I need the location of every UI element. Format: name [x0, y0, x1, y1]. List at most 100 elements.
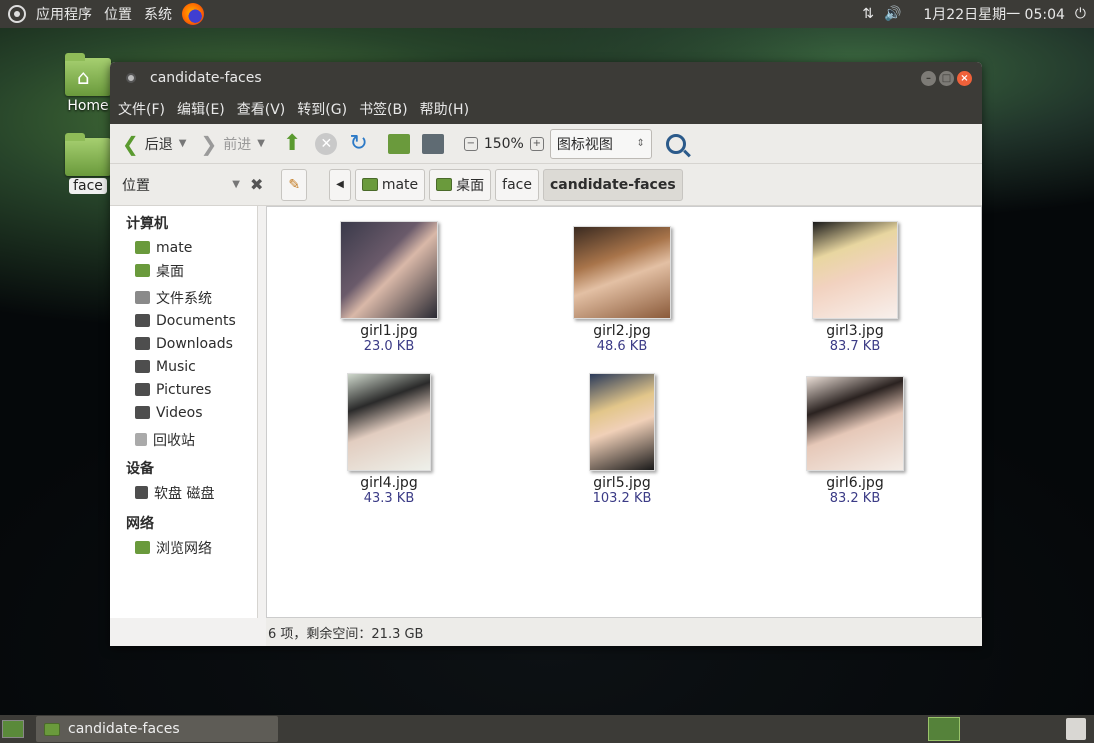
desktop-icon-label: Home	[67, 98, 109, 114]
taskbar-label: candidate-faces	[68, 721, 180, 737]
sidebar-item-downloads[interactable]: Downloads	[110, 332, 257, 355]
chevron-down-icon[interactable]: ▼	[257, 138, 265, 149]
sidebar-item-trash[interactable]: 回收站	[110, 428, 257, 451]
stop-icon[interactable]: ✕	[315, 132, 338, 155]
image-thumbnail	[340, 221, 438, 319]
computer-icon[interactable]	[421, 133, 444, 154]
close-button[interactable]: ×	[957, 70, 972, 86]
maximize-button[interactable]: □	[939, 70, 954, 86]
sidebar-item-filesystem[interactable]: 文件系统	[110, 286, 257, 309]
folder-icon	[44, 722, 60, 736]
menu-view[interactable]: 查看(V)	[231, 99, 292, 119]
sidebar-item-pictures[interactable]: Pictures	[110, 378, 257, 401]
home-folder-icon: ⌂	[65, 53, 111, 96]
breadcrumb-mate[interactable]: mate	[354, 168, 426, 201]
zoom-level[interactable]: 150%	[484, 136, 524, 152]
network-icon[interactable]: ⇅	[862, 6, 874, 22]
sidebar-item-browse-network[interactable]: 浏览网络	[110, 536, 257, 559]
window-menu-icon[interactable]	[126, 73, 136, 83]
view-mode-select[interactable]: 图标视图 ⇕	[549, 128, 652, 159]
sidebar-item-videos[interactable]: Videos	[110, 401, 257, 424]
zoom-in-icon[interactable]: +	[529, 136, 544, 151]
zoom-out-icon[interactable]: −	[463, 136, 478, 151]
section-computer: 计算机	[126, 216, 168, 232]
desktop-icon-face[interactable]: face	[58, 133, 118, 194]
system-tray: ⇅ 🔊 1月22日星期一 05:04 ⏻	[862, 4, 1094, 24]
edit-location-button[interactable]: ✎	[281, 168, 308, 201]
sidebar-item-documents[interactable]: Documents	[110, 309, 257, 332]
image-thumbnail	[573, 226, 671, 319]
view-mode-label: 图标视图	[556, 136, 613, 153]
menu-applications[interactable]: 应用程序	[30, 0, 98, 28]
title-bar[interactable]: candidate-faces – □ ×	[110, 62, 982, 94]
breadcrumb-candidate-faces[interactable]: candidate-faces	[543, 168, 683, 201]
sidebar-item-label: Pictures	[156, 381, 212, 398]
home-folder-icon	[135, 241, 150, 254]
breadcrumb-label: face	[502, 176, 532, 193]
file-item[interactable]: girl5.jpg 103.2 KB	[547, 373, 697, 506]
file-view[interactable]: girl1.jpg 23.0 KB girl2.jpg 48.6 KB girl…	[266, 206, 982, 618]
power-icon[interactable]: ⏻	[1075, 6, 1086, 22]
forward-label: 前进	[223, 136, 252, 153]
volume-icon[interactable]: 🔊	[884, 6, 901, 22]
breadcrumb-label: candidate-faces	[550, 176, 676, 193]
file-name: girl4.jpg	[360, 475, 418, 491]
sidebar-item-music[interactable]: Music	[110, 355, 257, 378]
minimize-button[interactable]: –	[921, 70, 936, 86]
folder-icon	[135, 337, 150, 350]
sidebar-item-label: Videos	[156, 404, 203, 421]
close-sidebar-icon[interactable]: ✖	[250, 175, 263, 194]
sidebar-item-label: 桌面	[156, 263, 184, 280]
file-item[interactable]: girl3.jpg 83.7 KB	[780, 221, 930, 354]
file-item[interactable]: girl4.jpg 43.3 KB	[314, 373, 464, 506]
places-select[interactable]: 位置 ▼	[110, 175, 250, 195]
menu-bar: 文件(F) 编辑(E) 查看(V) 转到(G) 书签(B) 帮助(H)	[110, 94, 982, 124]
file-size: 48.6 KB	[596, 339, 648, 354]
sidebar-item-label: 回收站	[153, 432, 195, 449]
home-icon[interactable]	[387, 133, 410, 154]
sidebar-item-label: Documents	[156, 312, 236, 329]
file-item[interactable]: girl2.jpg 48.6 KB	[547, 226, 697, 354]
menu-help[interactable]: 帮助(H)	[414, 99, 475, 119]
trash-icon[interactable]	[1066, 718, 1086, 740]
back-button[interactable]: ❮ 后退 ▼	[118, 130, 190, 158]
places-label: 位置	[122, 177, 150, 194]
forward-button[interactable]: ❯ 前进 ▼	[196, 130, 268, 158]
search-icon[interactable]	[665, 133, 686, 154]
clock[interactable]: 1月22日星期一 05:04	[923, 4, 1065, 24]
music-folder-icon	[135, 360, 150, 373]
menu-system[interactable]: 系统	[138, 0, 178, 28]
show-desktop-icon[interactable]	[2, 720, 24, 738]
sidebar-item-label: Music	[156, 358, 196, 375]
sidebar-item-floppy[interactable]: 软盘 磁盘	[110, 481, 257, 504]
file-name: girl2.jpg	[593, 323, 651, 339]
desktop-icon-home[interactable]: ⌂ Home	[58, 53, 118, 114]
menu-places[interactable]: 位置	[98, 0, 138, 28]
sidebar-item-mate[interactable]: mate	[110, 236, 257, 259]
section-devices: 设备	[126, 461, 154, 477]
workspace-switcher[interactable]	[928, 717, 960, 741]
forward-arrow-icon: ❯	[200, 131, 218, 156]
desktop-folder-icon	[436, 178, 453, 191]
taskbar-button[interactable]: candidate-faces	[36, 716, 278, 742]
back-label: 后退	[144, 136, 173, 153]
file-item[interactable]: girl6.jpg 83.2 KB	[780, 376, 930, 506]
menu-file[interactable]: 文件(F)	[112, 99, 171, 119]
chevron-down-icon: ▼	[232, 179, 240, 190]
breadcrumb-back[interactable]: ◀	[329, 168, 351, 201]
menu-edit[interactable]: 编辑(E)	[171, 99, 231, 119]
chevron-down-icon[interactable]: ▼	[179, 138, 187, 149]
file-name: girl3.jpg	[826, 323, 884, 339]
sidebar-item-desktop[interactable]: 桌面	[110, 259, 257, 282]
menu-go[interactable]: 转到(G)	[291, 99, 353, 119]
file-item[interactable]: girl1.jpg 23.0 KB	[314, 221, 464, 354]
breadcrumb-desktop[interactable]: 桌面	[429, 168, 492, 201]
videos-folder-icon	[135, 406, 150, 419]
reload-icon[interactable]: ↻	[349, 131, 367, 156]
menu-bookmarks[interactable]: 书签(B)	[353, 99, 414, 119]
up-arrow-icon[interactable]: ⬆	[283, 131, 301, 156]
firefox-icon[interactable]	[182, 3, 204, 25]
ubuntu-logo-icon[interactable]	[8, 5, 26, 23]
breadcrumb-face[interactable]: face	[495, 168, 539, 201]
file-size: 103.2 KB	[592, 491, 652, 506]
